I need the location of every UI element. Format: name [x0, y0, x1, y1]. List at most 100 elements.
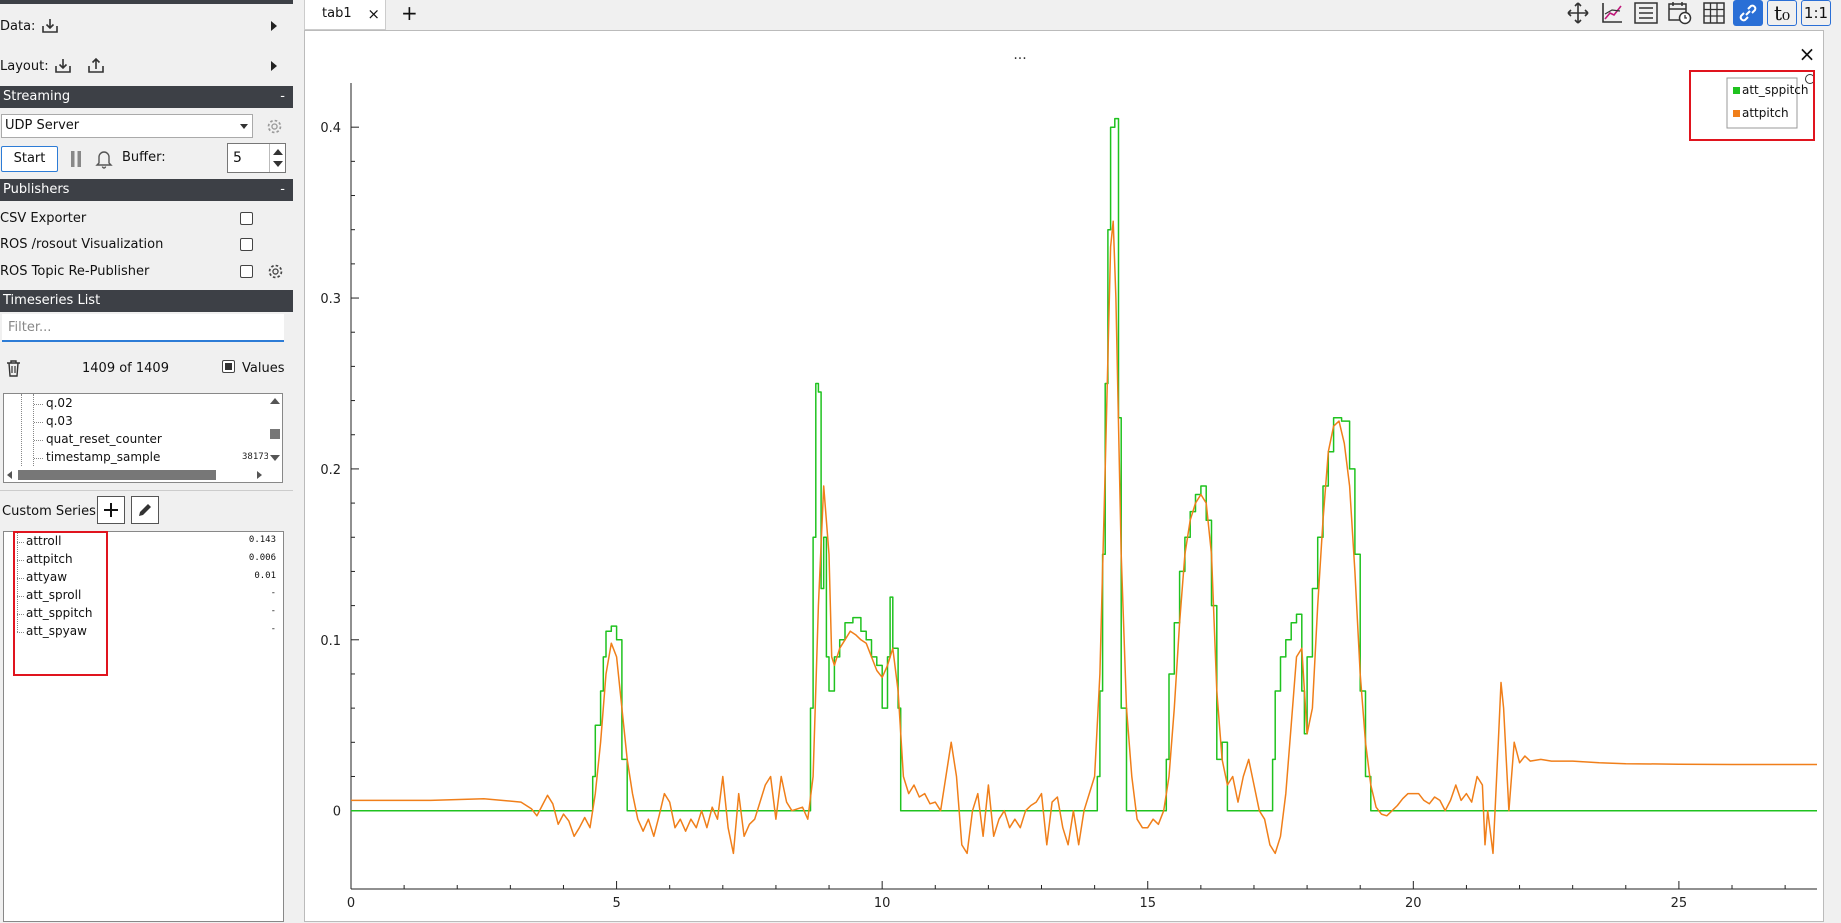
y-tick-label: 0.3 — [320, 292, 341, 307]
buffer-spinbox[interactable]: 5 — [227, 143, 286, 173]
tree-item-timestamp-sample[interactable]: timestamp_sample — [46, 450, 160, 464]
tab-label: tab1 — [322, 6, 352, 21]
x-tick-label: 25 — [1671, 896, 1688, 911]
bell-icon[interactable] — [94, 147, 114, 171]
start-streaming-button[interactable]: Start — [1, 146, 58, 172]
streaming-header-label: Streaming — [3, 89, 71, 104]
spin-down-icon[interactable] — [273, 161, 283, 167]
legend-entry-attpitch[interactable]: attpitch — [1742, 106, 1789, 120]
streaming-source-select[interactable]: UDP Server — [1, 114, 253, 138]
streaming-collapse-button[interactable]: - — [280, 86, 285, 108]
x-tick-label: 15 — [1139, 896, 1156, 911]
timeseries-filter-input[interactable]: Filter... — [2, 314, 284, 342]
publisher-csv-exporter-checkbox[interactable] — [240, 212, 253, 225]
plot-title: ... — [1013, 47, 1026, 63]
values-checkbox[interactable] — [222, 360, 235, 373]
tab-bar: tab1 × + t₀ 1:1 — [293, 0, 1841, 30]
custom-series-value: 0.01 — [254, 571, 276, 581]
grid-icon[interactable] — [1699, 0, 1729, 26]
y-tick-label: 0 — [333, 805, 341, 820]
streaming-section-header[interactable]: Streaming - — [0, 86, 293, 108]
scroll-up-icon[interactable] — [270, 398, 280, 404]
chart-series — [351, 117, 1817, 855]
custom-series-value: - — [270, 606, 276, 616]
plus-icon — [104, 503, 118, 517]
pencil-icon — [139, 504, 151, 516]
scroll-right-icon[interactable] — [257, 471, 262, 479]
tree-item-quat-reset-counter[interactable]: quat_reset_counter — [46, 432, 162, 446]
pause-icon[interactable] — [68, 148, 84, 170]
layout-label: Layout: — [0, 59, 49, 74]
scroll-down-icon[interactable] — [270, 455, 280, 461]
custom-series-label: Custom Series: — [2, 504, 101, 519]
line-chart[interactable]: ... × 0 5 10 15 20 25 0 0.1 0.2 0.3 0.4 att_sppitc… — [305, 31, 1825, 923]
buffer-value: 5 — [233, 150, 242, 166]
legend-entry-att_sppitch[interactable]: att_sppitch — [1742, 83, 1809, 97]
load-layout-icon[interactable] — [52, 56, 74, 76]
values-label: Values — [242, 361, 285, 376]
publishers-collapse-button[interactable]: - — [280, 179, 285, 201]
tab-close-icon[interactable]: × — [367, 0, 380, 28]
timeseries-section-header[interactable]: Timeseries List — [0, 290, 293, 312]
publisher-rosout-label: ROS /rosout Visualization — [0, 237, 164, 252]
series-line-attpitch — [351, 220, 1817, 855]
add-tab-button[interactable]: + — [401, 0, 418, 26]
divider — [0, 490, 293, 491]
edit-custom-series-button[interactable] — [131, 496, 159, 524]
custom-series-value: - — [270, 588, 276, 598]
custom-series-value: 0.143 — [248, 535, 276, 545]
streaming-settings-gear-icon[interactable] — [264, 116, 284, 136]
series-line-att_sppitch — [351, 117, 1817, 812]
link-icon[interactable] — [1733, 0, 1763, 26]
calendar-clock-icon[interactable] — [1665, 0, 1695, 26]
tree-vertical-scrollbar[interactable] — [268, 394, 282, 468]
tree-item-q03[interactable]: q.03 — [46, 414, 73, 428]
publisher-republisher-checkbox[interactable] — [240, 265, 253, 278]
y-tick-label: 0.2 — [320, 463, 341, 478]
publisher-republisher-label: ROS Topic Re-Publisher — [0, 264, 150, 279]
custom-series-value: 0.006 — [248, 553, 276, 563]
legend-swatch — [1733, 110, 1740, 117]
buffer-label: Buffer: — [122, 150, 166, 165]
y-tick-label: 0.1 — [320, 634, 341, 649]
plot-area[interactable]: ... × 0 5 10 15 20 25 0 0.1 0.2 0.3 0.4 att_sppitc… — [304, 30, 1824, 922]
publishers-header-label: Publishers — [3, 182, 70, 197]
x-tick-label: 5 — [612, 896, 620, 911]
ratio-1to1-button[interactable]: 1:1 — [1801, 0, 1831, 26]
data-label: Data: — [0, 19, 36, 34]
scroll-thumb[interactable] — [270, 429, 280, 439]
save-layout-icon[interactable] — [85, 56, 107, 76]
load-data-icon[interactable] — [39, 16, 61, 36]
y-tick-label: 0.4 — [320, 121, 341, 136]
data-expand-arrow-icon[interactable] — [268, 19, 280, 33]
tab-tab1[interactable]: tab1 × — [304, 0, 386, 30]
layout-expand-arrow-icon[interactable] — [268, 59, 280, 73]
tree-item-q02[interactable]: q.02 — [46, 396, 73, 410]
legend-list-icon[interactable] — [1631, 0, 1661, 26]
add-custom-series-button[interactable] — [97, 496, 125, 524]
timeseries-header-label: Timeseries List — [3, 293, 101, 308]
plot-style-icon[interactable] — [1597, 0, 1627, 26]
chevron-down-icon — [240, 124, 248, 129]
chart-axes: 0 5 10 15 20 25 0 0.1 0.2 0.3 0.4 — [320, 83, 1817, 911]
spin-up-icon[interactable] — [273, 149, 283, 155]
republisher-settings-gear-icon[interactable] — [265, 261, 285, 281]
timestamp-sample-value: 38173 — [242, 452, 270, 462]
scroll-left-icon[interactable] — [7, 471, 12, 479]
timeseries-tree[interactable]: q.02 q.03 quat_reset_counter timestamp_s… — [3, 393, 283, 483]
plot-close-icon[interactable]: × — [1799, 42, 1816, 66]
tree-horizontal-scrollbar[interactable] — [4, 468, 268, 482]
file-section-header — [0, 0, 293, 4]
publisher-csv-exporter-label: CSV Exporter — [0, 211, 87, 226]
custom-series-highlight-box — [13, 531, 108, 676]
t0-icon[interactable]: t₀ — [1767, 0, 1797, 26]
buffer-spin-buttons[interactable] — [269, 144, 285, 172]
legend-anchor — [1438, 71, 1498, 125]
hscroll-thumb[interactable] — [18, 470, 216, 480]
move-arrows-icon[interactable] — [1563, 0, 1593, 26]
chart-legend[interactable]: att_sppitch attpitch — [1438, 70, 1815, 141]
publishers-section-header[interactable]: Publishers - — [0, 179, 293, 201]
publisher-rosout-checkbox[interactable] — [240, 238, 253, 251]
x-tick-label: 10 — [874, 896, 891, 911]
trash-icon[interactable] — [4, 358, 22, 378]
